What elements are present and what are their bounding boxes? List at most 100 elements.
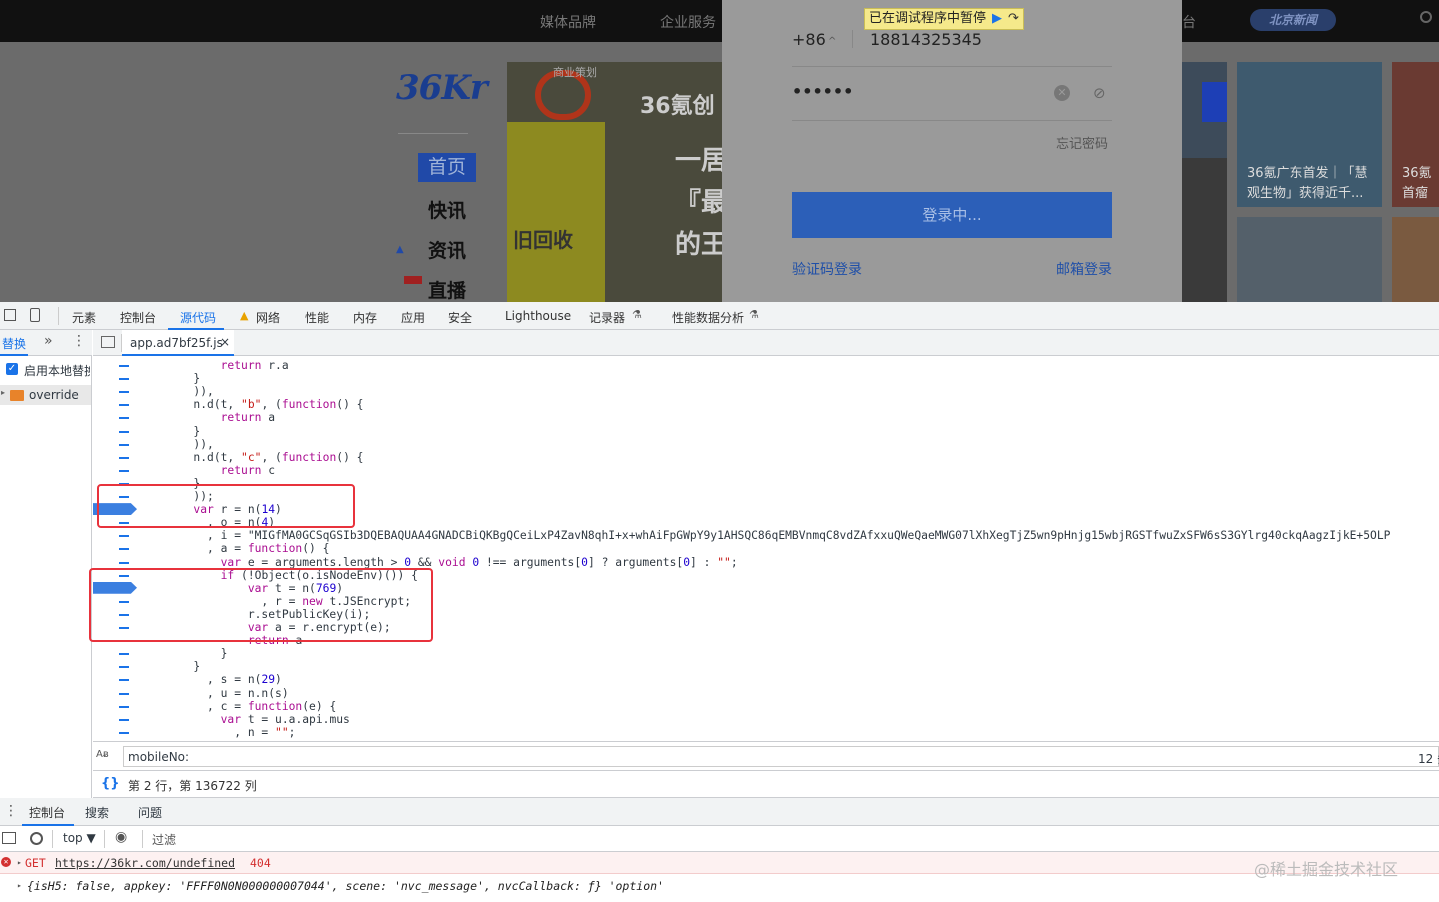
gutter-mark[interactable] [119, 391, 129, 394]
password-input[interactable]: •••••• [792, 82, 853, 101]
gutter-mark[interactable] [119, 469, 129, 472]
forgot-password-link[interactable]: 忘记密码 [1056, 133, 1108, 152]
banner[interactable]: 商业策划 36氪创 一居 『最 的王 旧回收 [507, 62, 722, 302]
expand-arrow-icon[interactable]: ▸ [17, 875, 22, 897]
tab-lighthouse[interactable]: Lighthouse [505, 309, 571, 323]
code-line: n.d(t, "c", (function() { [139, 450, 364, 464]
expand-arrow-icon[interactable]: ▸ [1, 388, 5, 397]
gutter-mark[interactable] [119, 705, 129, 708]
console-log-row[interactable]: ▸ {isH5: false, appkey: 'FFFF0N0N0000000… [0, 875, 1439, 897]
resume-icon[interactable]: ▶ [992, 9, 1002, 29]
article-card-4[interactable] [1392, 217, 1439, 302]
gutter-mark[interactable] [119, 430, 129, 433]
pretty-print-icon[interactable]: {} [101, 776, 120, 791]
sidenav-home[interactable]: 首页 [418, 153, 476, 182]
console-error-row[interactable]: ✕ ▸ GET https://36kr.com/undefined 404 [0, 852, 1439, 874]
login-button[interactable]: 登录中... [792, 192, 1112, 238]
eye-icon[interactable]: ◉ [115, 829, 127, 845]
clear-console-icon[interactable] [30, 832, 43, 845]
gutter-mark[interactable] [119, 679, 129, 682]
more-tabs-icon[interactable]: » [44, 333, 53, 349]
sidenav-news[interactable]: 资讯 [428, 236, 466, 263]
match-case-icon[interactable]: Aᴃ [96, 749, 109, 760]
error-method: GET [25, 856, 46, 870]
nav-media-brand[interactable]: 媒体品牌 [540, 12, 596, 32]
search-icon[interactable] [1420, 11, 1432, 23]
tab-sources[interactable]: 源代码 [180, 309, 216, 326]
code-editor[interactable]: return r.a } )), n.d(t, "b", (function()… [93, 357, 1439, 740]
sidenav-live[interactable]: 直播 [428, 276, 466, 302]
gutter-mark[interactable] [119, 561, 129, 564]
file-tab-label: app.ad7bf25f.js [130, 336, 223, 350]
chevron-up-icon[interactable]: ^ [828, 36, 836, 47]
tab-performance[interactable]: 性能 [305, 309, 329, 326]
code-line: , s = n(29) [139, 673, 282, 687]
error-url[interactable]: https://36kr.com/undefined [55, 852, 235, 874]
enable-override-checkbox[interactable]: ✓ [6, 363, 18, 375]
tab-network[interactable]: 网络 [256, 309, 280, 326]
inspect-icon[interactable] [4, 309, 16, 321]
gutter-mark[interactable] [119, 417, 129, 420]
nav-platform[interactable]: 台 [1182, 12, 1196, 32]
code-line: , u = n.n(s) [139, 686, 289, 700]
gutter-mark[interactable] [119, 692, 129, 695]
tab-application[interactable]: 应用 [401, 309, 425, 326]
gutter-mark[interactable] [119, 365, 129, 367]
gutter-mark[interactable] [119, 456, 129, 459]
tab-performance-insights[interactable]: 性能数据分析 [672, 309, 744, 326]
clear-icon[interactable]: ✕ [1054, 85, 1070, 101]
gutter-mark[interactable] [119, 731, 129, 734]
nav-enterprise[interactable]: 企业服务 [660, 12, 716, 32]
news-badge[interactable]: 北京新闻 [1250, 9, 1336, 31]
banner-subtitle-2: 『最 [675, 188, 722, 218]
phone-input[interactable]: 18814325345 [870, 30, 982, 49]
sidebar-toggle-icon[interactable] [2, 832, 16, 844]
tab-overrides[interactable]: 替换 [2, 335, 26, 352]
search-input[interactable]: mobileNo: 12 条 [123, 746, 1439, 767]
context-select[interactable]: top ▼ [63, 831, 96, 845]
article-card-2[interactable]: 36氪首瘤TCR [1392, 62, 1439, 207]
device-toolbar-icon[interactable] [30, 308, 40, 322]
country-code[interactable]: +86 [792, 30, 826, 49]
drawer-tab-console[interactable]: 控制台 [29, 804, 65, 821]
filter-input[interactable]: 过滤 [152, 831, 176, 848]
code-line: return a [220, 411, 276, 425]
sidenav-flash[interactable]: 快讯 [428, 196, 466, 223]
gutter-mark[interactable] [119, 548, 129, 551]
tab-elements[interactable]: 元素 [72, 309, 96, 326]
article-card-1[interactable]: 36氪广东首发｜「慧观生物」获得近千... [1237, 62, 1382, 207]
drawer-tab-issues[interactable]: 问题 [138, 804, 162, 821]
code-line: , i = "MIGfMA0GCSqGSIb3DQEBAQUAA4GNADCBi… [139, 529, 1391, 543]
close-icon[interactable]: × [220, 335, 230, 349]
tab-security[interactable]: 安全 [448, 309, 472, 326]
expand-arrow-icon[interactable]: ▸ [17, 852, 22, 874]
banner-bottom-text: 旧回收 [513, 228, 573, 252]
gutter-mark[interactable] [119, 378, 129, 381]
sms-login-link[interactable]: 验证码登录 [792, 259, 862, 279]
tab-memory[interactable]: 内存 [353, 309, 377, 326]
gutter-mark[interactable] [119, 666, 129, 669]
eye-off-icon[interactable]: ⊘ [1093, 84, 1106, 102]
error-status: 404 [250, 856, 271, 870]
console-toolbar: top ▼ ◉ 过滤 [0, 826, 1439, 852]
email-login-link[interactable]: 邮箱登录 [1056, 259, 1112, 279]
divider [142, 830, 143, 848]
toggle-navigator-icon[interactable] [101, 336, 115, 348]
step-over-icon[interactable]: ↷ [1008, 9, 1019, 29]
gutter-mark[interactable] [119, 653, 129, 656]
tab-recorder[interactable]: 记录器 [589, 309, 625, 326]
override-folder-row[interactable]: ▸ override [0, 385, 91, 405]
top-nav: 媒体品牌 企业服务 台 北京新闻 [0, 0, 1439, 42]
drawer-tab-search[interactable]: 搜索 [85, 804, 109, 821]
logo[interactable]: 36Kr [396, 68, 488, 108]
gutter-mark[interactable] [119, 443, 129, 446]
tab-console[interactable]: 控制台 [120, 309, 156, 326]
kebab-menu-icon[interactable]: ⋮ [4, 803, 18, 819]
gutter-mark[interactable] [119, 404, 129, 407]
kebab-menu-icon[interactable]: ⋮ [72, 333, 86, 349]
gutter-mark[interactable] [119, 535, 129, 538]
navigator-header: 替换 » ⋮ [0, 330, 92, 356]
file-tab[interactable]: app.ad7bf25f.js × [122, 330, 234, 356]
gutter-mark[interactable] [119, 718, 129, 721]
article-card-3[interactable] [1237, 217, 1382, 302]
